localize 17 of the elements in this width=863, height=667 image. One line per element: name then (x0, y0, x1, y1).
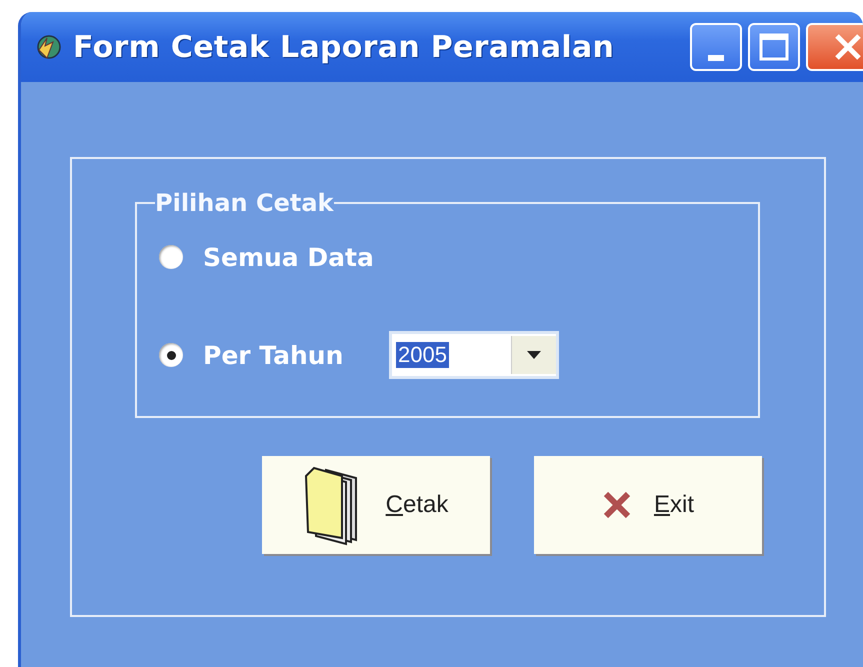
year-dropdown[interactable]: 2005 (389, 331, 559, 379)
option-label: Semua Data (203, 242, 375, 272)
radio-button[interactable] (159, 343, 183, 367)
minimize-button[interactable] (690, 23, 742, 71)
group-label: Pilihan Cetak (155, 189, 334, 217)
radio-button[interactable] (159, 245, 183, 269)
cross-icon (602, 490, 632, 520)
close-button[interactable] (806, 23, 863, 71)
maximize-icon (759, 33, 789, 61)
minimize-icon (708, 55, 724, 61)
maximize-button[interactable] (748, 23, 800, 71)
action-button[interactable]: Exit (534, 456, 762, 554)
close-icon (833, 32, 863, 62)
option-label: Per Tahun (203, 340, 344, 370)
action-button[interactable]: Cetak (262, 456, 490, 554)
window-title: Form Cetak Laporan Peramalan (73, 30, 614, 64)
dropdown-arrow-icon (527, 351, 541, 359)
